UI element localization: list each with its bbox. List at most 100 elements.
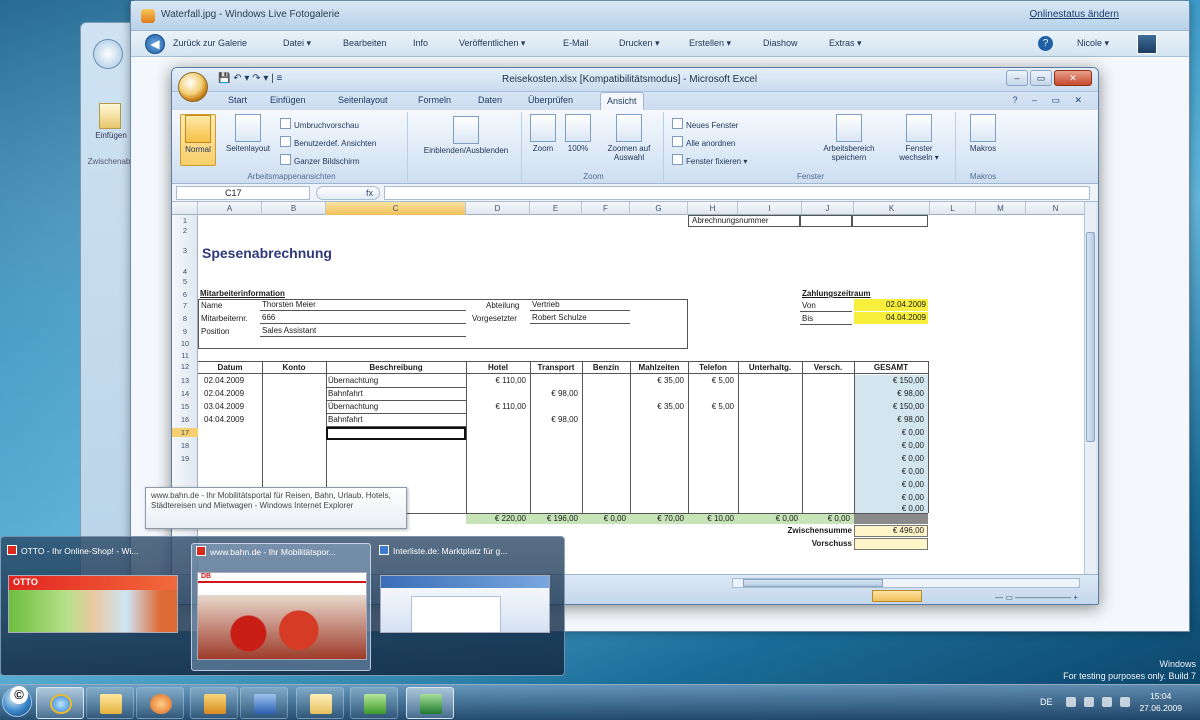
name-box[interactable]: C17 xyxy=(176,186,310,200)
action-center-icon[interactable] xyxy=(1102,697,1112,707)
row2-transport[interactable]: € 98,00 xyxy=(530,389,578,398)
macros-button[interactable]: Makros xyxy=(964,114,1002,153)
row-header-selected[interactable]: 17 xyxy=(172,428,198,437)
row1-hotel[interactable]: € 110,00 xyxy=(466,376,526,385)
taskbar-word[interactable] xyxy=(240,687,288,719)
volume-icon[interactable] xyxy=(1120,697,1130,707)
formula-input[interactable] xyxy=(384,186,1090,200)
taskbar-media-player[interactable] xyxy=(136,687,184,719)
zoom-button[interactable]: Zoom xyxy=(528,114,558,153)
row3-meals[interactable]: € 35,00 xyxy=(630,402,684,411)
row1-phone[interactable]: € 5,00 xyxy=(688,376,734,385)
row1-date[interactable]: 02.04.2009 xyxy=(204,376,244,385)
fx-button[interactable]: fx xyxy=(316,186,380,200)
col-header-c[interactable]: C xyxy=(326,202,466,215)
select-all-corner[interactable] xyxy=(172,202,198,215)
row3-hotel[interactable]: € 110,00 xyxy=(466,402,526,411)
invoice-number-cell-2[interactable] xyxy=(852,215,928,227)
col-header-j[interactable]: J xyxy=(802,202,854,215)
menu-create[interactable]: Erstellen ▾ xyxy=(689,38,731,49)
network-icon[interactable] xyxy=(1084,697,1094,707)
row4-description[interactable]: Bahnfahrt xyxy=(328,415,363,424)
quick-access-toolbar[interactable]: 💾 ↶ ▾ ↷ ▾ | ≡ xyxy=(218,73,282,84)
normal-view-button[interactable]: Normal xyxy=(180,114,216,166)
preview-interliste[interactable]: Interliste.de: Marktplatz für g... xyxy=(375,543,555,671)
row1-description[interactable]: Übernachtung xyxy=(328,376,378,385)
tab-review[interactable]: Überprüfen xyxy=(528,95,573,105)
row-header[interactable]: 4 xyxy=(172,267,198,276)
row1-meals[interactable]: € 35,00 xyxy=(630,376,684,385)
name-value[interactable]: Thorsten Meier xyxy=(262,300,316,309)
arrange-all-button[interactable]: Alle anordnen xyxy=(672,136,735,148)
menu-file[interactable]: Datei ▾ xyxy=(283,38,311,49)
ribbon-help-controls[interactable]: ? – ▭ ✕ xyxy=(1012,95,1088,106)
paste-icon[interactable] xyxy=(99,103,121,129)
row-header[interactable]: 1 xyxy=(172,216,198,225)
excel-titlebar[interactable]: 💾 ↶ ▾ ↷ ▾ | ≡ Reisekosten.xlsx [Kompatib… xyxy=(172,68,1098,102)
zoom-slider[interactable]: — ▭ ——————— + xyxy=(995,593,1078,602)
row-header[interactable]: 10 xyxy=(172,339,198,348)
tab-view[interactable]: Ansicht xyxy=(600,92,644,110)
col-header-e[interactable]: E xyxy=(530,202,582,215)
show-hide-button[interactable]: Einblenden/Ausblenden xyxy=(414,116,518,155)
row-header[interactable]: 6 xyxy=(172,290,198,299)
taskbar-live-messenger[interactable] xyxy=(350,687,398,719)
col-header-m[interactable]: M xyxy=(976,202,1026,215)
department-value[interactable]: Vertrieb xyxy=(532,300,560,309)
col-header-l[interactable]: L xyxy=(930,202,976,215)
row2-description[interactable]: Bahnfahrt xyxy=(328,389,363,398)
row-header[interactable]: 15 xyxy=(172,402,198,411)
taskbar-explorer[interactable] xyxy=(86,687,134,719)
preview-otto[interactable]: OTTO - Ihr Online-Shop! - Wi... OTTO xyxy=(3,543,183,671)
position-value[interactable]: Sales Assistant xyxy=(262,326,316,335)
menu-email[interactable]: E-Mail xyxy=(563,38,589,48)
menu-slideshow[interactable]: Diashow xyxy=(763,38,798,48)
gallery-titlebar[interactable]: Waterfall.jpg - Windows Live Fotogalerie… xyxy=(131,1,1189,31)
active-cell-c17[interactable] xyxy=(326,427,466,440)
menu-publish[interactable]: Veröffentlichen ▾ xyxy=(459,38,525,49)
horizontal-scrollbar[interactable] xyxy=(732,578,1080,588)
tab-page-layout[interactable]: Seitenlayout xyxy=(338,95,388,105)
online-status-link[interactable]: Onlinestatus ändern xyxy=(1029,9,1119,20)
row-header[interactable]: 18 xyxy=(172,441,198,450)
page-layout-view-button[interactable]: Seitenlayout xyxy=(222,114,274,153)
row3-phone[interactable]: € 5,00 xyxy=(688,402,734,411)
menu-tools[interactable]: Extras ▾ xyxy=(829,38,862,49)
col-header-n[interactable]: N xyxy=(1026,202,1084,215)
row-header[interactable]: 16 xyxy=(172,415,198,424)
from-date-value[interactable]: 02.04.2009 xyxy=(854,300,926,309)
row-header[interactable]: 9 xyxy=(172,327,198,336)
row-header[interactable]: 19 xyxy=(172,454,198,463)
row-header[interactable]: 5 xyxy=(172,277,198,286)
minimize-icon[interactable]: – xyxy=(1006,70,1028,86)
row4-date[interactable]: 04.04.2009 xyxy=(204,415,244,424)
preview-bahn[interactable]: www.bahn.de - Ihr Mobilitätspor... DB xyxy=(191,543,371,671)
language-indicator[interactable]: DE xyxy=(1040,697,1053,707)
row-header[interactable]: 7 xyxy=(172,301,198,310)
new-window-button[interactable]: Neues Fenster xyxy=(672,118,738,130)
tray-arrow-icon[interactable] xyxy=(1066,697,1076,707)
taskbar-folder-2[interactable] xyxy=(296,687,344,719)
invoice-number-cell[interactable] xyxy=(800,215,852,227)
row-header[interactable]: 14 xyxy=(172,389,198,398)
office-orb-icon[interactable] xyxy=(93,39,123,69)
zoom-100-button[interactable]: 100% xyxy=(562,114,594,153)
col-header-k[interactable]: K xyxy=(854,202,930,215)
user-menu[interactable]: Nicole ▾ xyxy=(1077,38,1109,49)
tab-formulas[interactable]: Formeln xyxy=(418,95,451,105)
tab-insert[interactable]: Einfügen xyxy=(270,95,306,105)
row-header[interactable]: 12 xyxy=(172,362,198,371)
switch-windows-button[interactable]: Fenster wechseln ▾ xyxy=(888,114,950,162)
vertical-scrollbar[interactable] xyxy=(1084,202,1096,574)
col-header-g[interactable]: G xyxy=(630,202,688,215)
office-button-icon[interactable] xyxy=(178,72,208,102)
to-date-value[interactable]: 04.04.2009 xyxy=(854,313,926,322)
row-header[interactable]: 2 xyxy=(172,226,198,235)
row-header[interactable]: 13 xyxy=(172,376,198,385)
col-header-d[interactable]: D xyxy=(466,202,530,215)
col-header-h[interactable]: H xyxy=(688,202,738,215)
vertical-scroll-thumb[interactable] xyxy=(1086,232,1095,442)
col-header-a[interactable]: A xyxy=(198,202,262,215)
zoom-to-selection-button[interactable]: Zoomen auf Auswahl xyxy=(598,114,660,162)
tab-start[interactable]: Start xyxy=(228,95,247,105)
